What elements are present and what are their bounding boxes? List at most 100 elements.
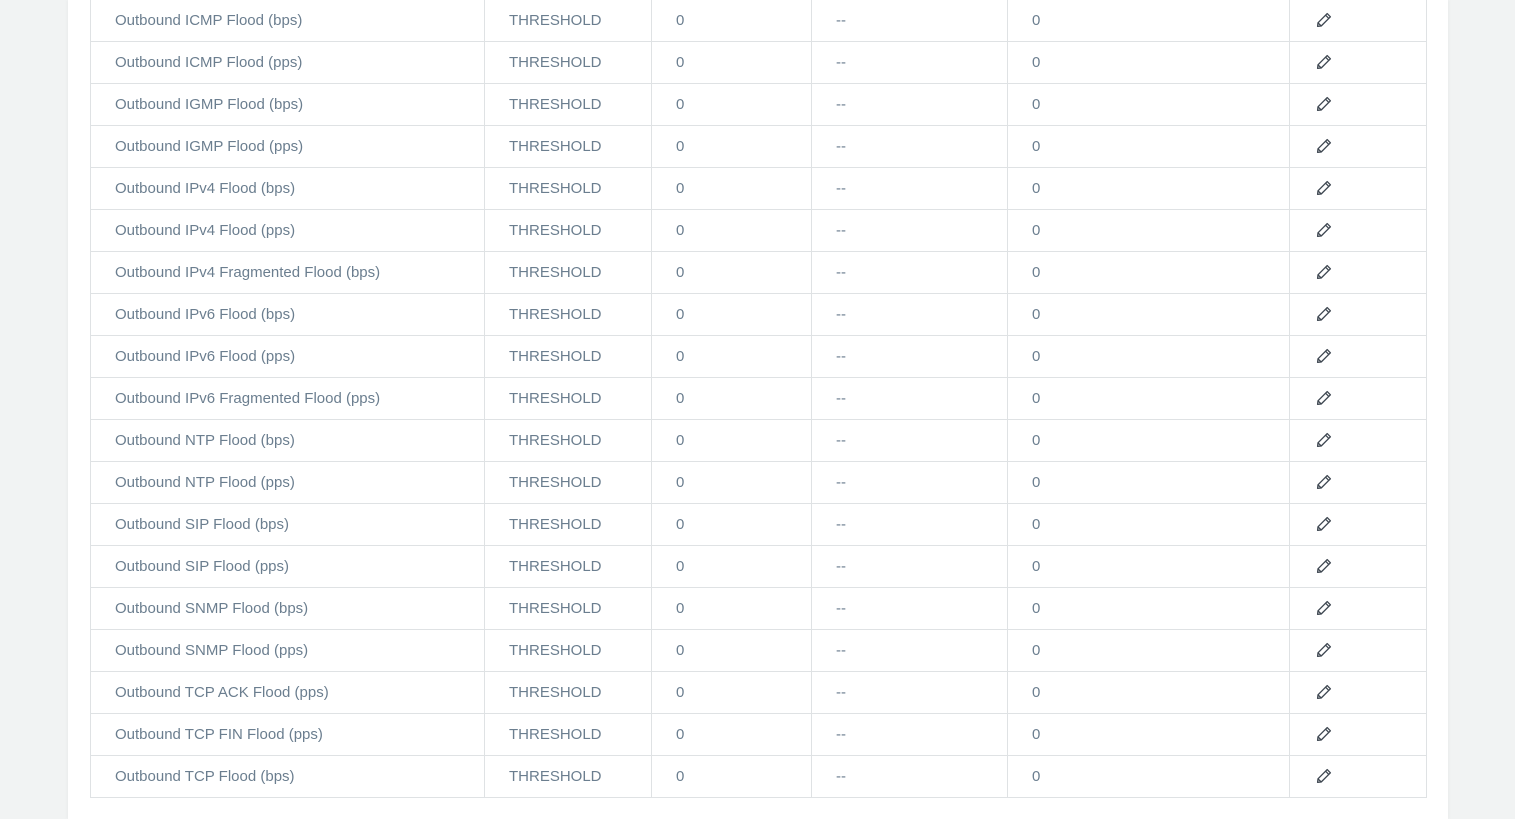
edit-button[interactable] — [1314, 514, 1334, 534]
table-row: Outbound NTP Flood (pps) THRESHOLD 0 -- … — [90, 461, 1427, 504]
value-cell: 0 — [1007, 713, 1290, 756]
table-row: Outbound IPv6 Flood (bps) THRESHOLD 0 --… — [90, 293, 1427, 336]
action-cell — [1289, 293, 1427, 336]
action-cell — [1289, 125, 1427, 168]
value-cell: -- — [811, 125, 1008, 168]
edit-button[interactable] — [1314, 724, 1334, 744]
rule-type: THRESHOLD — [484, 377, 652, 420]
pencil-icon — [1316, 390, 1332, 405]
rule-type: THRESHOLD — [484, 587, 652, 630]
rule-type: THRESHOLD — [484, 755, 652, 798]
pencil-icon — [1316, 474, 1332, 489]
action-cell — [1289, 0, 1427, 42]
edit-button[interactable] — [1314, 682, 1334, 702]
action-cell — [1289, 629, 1427, 672]
edit-button[interactable] — [1314, 52, 1334, 72]
edit-button[interactable] — [1314, 598, 1334, 618]
pencil-icon — [1316, 348, 1332, 363]
rule-name: Outbound SIP Flood (pps) — [90, 545, 485, 588]
edit-button[interactable] — [1314, 178, 1334, 198]
value-cell: 0 — [651, 209, 812, 252]
pencil-icon — [1316, 684, 1332, 699]
value-cell: -- — [811, 419, 1008, 462]
action-cell — [1289, 755, 1427, 798]
value-cell: -- — [811, 587, 1008, 630]
edit-button[interactable] — [1314, 766, 1334, 786]
action-cell — [1289, 671, 1427, 714]
value-cell: 0 — [1007, 41, 1290, 84]
value-cell: -- — [811, 629, 1008, 672]
table-row: Outbound ICMP Flood (pps) THRESHOLD 0 --… — [90, 41, 1427, 84]
value-cell: 0 — [651, 377, 812, 420]
table-row: Outbound SIP Flood (pps) THRESHOLD 0 -- … — [90, 545, 1427, 588]
edit-button[interactable] — [1314, 10, 1334, 30]
value-cell: 0 — [651, 125, 812, 168]
rule-name: Outbound ICMP Flood (pps) — [90, 41, 485, 84]
rule-type: THRESHOLD — [484, 713, 652, 756]
value-cell: 0 — [1007, 755, 1290, 798]
value-cell: 0 — [1007, 671, 1290, 714]
value-cell: 0 — [1007, 125, 1290, 168]
pencil-icon — [1316, 264, 1332, 279]
table-row: Outbound TCP FIN Flood (pps) THRESHOLD 0… — [90, 713, 1427, 756]
value-cell: -- — [811, 503, 1008, 546]
edit-button[interactable] — [1314, 556, 1334, 576]
edit-button[interactable] — [1314, 472, 1334, 492]
edit-button[interactable] — [1314, 94, 1334, 114]
edit-button[interactable] — [1314, 136, 1334, 156]
table-row: Outbound SNMP Flood (bps) THRESHOLD 0 --… — [90, 587, 1427, 630]
edit-button[interactable] — [1314, 346, 1334, 366]
policy-panel: Outbound ICMP Flood (bps) THRESHOLD 0 --… — [68, 0, 1448, 819]
table-row: Outbound SIP Flood (bps) THRESHOLD 0 -- … — [90, 503, 1427, 546]
value-cell: 0 — [651, 713, 812, 756]
action-cell — [1289, 587, 1427, 630]
edit-button[interactable] — [1314, 262, 1334, 282]
rule-name: Outbound TCP ACK Flood (pps) — [90, 671, 485, 714]
value-cell: -- — [811, 461, 1008, 504]
edit-button[interactable] — [1314, 388, 1334, 408]
value-cell: -- — [811, 167, 1008, 210]
pencil-icon — [1316, 96, 1332, 111]
value-cell: 0 — [651, 293, 812, 336]
rule-name: Outbound IPv4 Flood (bps) — [90, 167, 485, 210]
rule-name: Outbound IGMP Flood (bps) — [90, 83, 485, 126]
action-cell — [1289, 41, 1427, 84]
pencil-icon — [1316, 306, 1332, 321]
rule-name: Outbound IPv4 Fragmented Flood (bps) — [90, 251, 485, 294]
value-cell: 0 — [651, 461, 812, 504]
rule-name: Outbound SNMP Flood (bps) — [90, 587, 485, 630]
value-cell: 0 — [1007, 209, 1290, 252]
pencil-icon — [1316, 180, 1332, 195]
value-cell: 0 — [651, 503, 812, 546]
action-cell — [1289, 419, 1427, 462]
rule-name: Outbound TCP FIN Flood (pps) — [90, 713, 485, 756]
edit-button[interactable] — [1314, 220, 1334, 240]
rule-type: THRESHOLD — [484, 629, 652, 672]
pencil-icon — [1316, 516, 1332, 531]
rule-name: Outbound SNMP Flood (pps) — [90, 629, 485, 672]
value-cell: 0 — [1007, 377, 1290, 420]
value-cell: 0 — [1007, 83, 1290, 126]
rule-name: Outbound IPv4 Flood (pps) — [90, 209, 485, 252]
table-row: Outbound ICMP Flood (bps) THRESHOLD 0 --… — [90, 0, 1427, 42]
edit-button[interactable] — [1314, 430, 1334, 450]
value-cell: 0 — [651, 755, 812, 798]
table-row: Outbound NTP Flood (bps) THRESHOLD 0 -- … — [90, 419, 1427, 462]
value-cell: 0 — [1007, 293, 1290, 336]
value-cell: -- — [811, 335, 1008, 378]
pencil-icon — [1316, 222, 1332, 237]
policy-table: Outbound ICMP Flood (bps) THRESHOLD 0 --… — [90, 0, 1427, 798]
rule-name: Outbound IPv6 Flood (pps) — [90, 335, 485, 378]
value-cell: 0 — [651, 629, 812, 672]
value-cell: -- — [811, 293, 1008, 336]
action-cell — [1289, 251, 1427, 294]
rule-name: Outbound ICMP Flood (bps) — [90, 0, 485, 42]
table-row: Outbound IGMP Flood (pps) THRESHOLD 0 --… — [90, 125, 1427, 168]
edit-button[interactable] — [1314, 304, 1334, 324]
pencil-icon — [1316, 600, 1332, 615]
table-body: Outbound ICMP Flood (bps) THRESHOLD 0 --… — [90, 0, 1427, 798]
edit-button[interactable] — [1314, 640, 1334, 660]
pencil-icon — [1316, 138, 1332, 153]
rule-name: Outbound IGMP Flood (pps) — [90, 125, 485, 168]
value-cell: 0 — [1007, 503, 1290, 546]
